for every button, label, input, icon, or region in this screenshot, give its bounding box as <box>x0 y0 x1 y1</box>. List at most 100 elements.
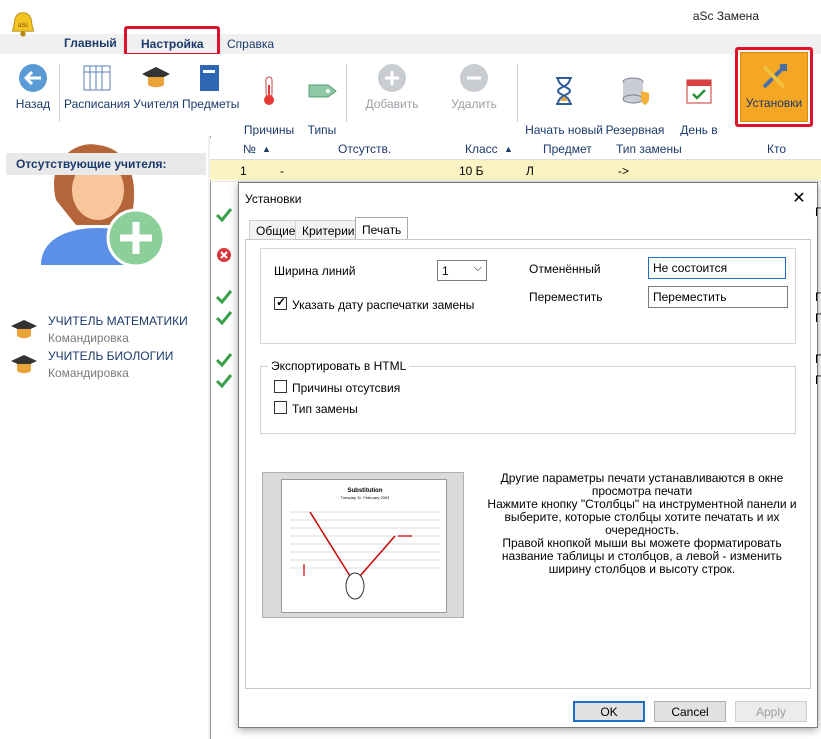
settings-button[interactable]: Установки <box>740 52 808 122</box>
app-title: aSc Замена <box>692 9 759 23</box>
print-date-label: Указать дату распечатки замены <box>292 298 475 312</box>
database-shield-icon <box>622 77 649 105</box>
cell-subject: Л <box>526 164 534 178</box>
line-width-select[interactable]: 1 ⌵ <box>437 260 487 281</box>
add-button[interactable]: Добавить <box>362 62 422 111</box>
check-icon <box>215 208 233 223</box>
absent-teacher-item[interactable]: УЧИТЕЛЬ МАТЕМАТИКИ Командировка <box>8 314 208 348</box>
cell-absent: - <box>280 164 284 178</box>
plus-circle-icon <box>378 64 406 92</box>
settings-dialog: Установки ✕ Общие Критерии Печать Ширина… <box>238 182 818 728</box>
print-info-text: Другие параметры печати устанавливаются … <box>487 471 797 576</box>
print-preview-image: Substitution Tuesday 11. February 2003 <box>262 472 464 618</box>
clipped-cell: Г <box>815 205 821 219</box>
menu-tab-help[interactable]: Справка <box>227 37 274 51</box>
chevron-down-icon: ⌵ <box>473 262 482 274</box>
teacher-cap-icon <box>11 320 37 339</box>
tab-print[interactable]: Печать <box>355 217 409 241</box>
teachers-label: Учителя <box>133 97 179 111</box>
timetables-label: Расписания <box>64 97 130 111</box>
ribbon-toolbar: Назад Расписания Учителя Предметы Причин… <box>0 47 821 150</box>
ok-button[interactable]: OK <box>573 701 645 722</box>
sort-asc-icon: ▲ <box>504 144 513 154</box>
clipped-cell: Г <box>815 311 821 325</box>
back-arrow-icon <box>19 64 47 92</box>
timetables-button[interactable]: Расписания <box>64 62 130 111</box>
book-icon <box>200 65 219 91</box>
move-value: Переместить <box>653 290 727 304</box>
ribbon-separator <box>59 64 60 122</box>
apply-button[interactable]: Apply <box>735 701 807 722</box>
cell-number: 1 <box>240 164 247 178</box>
check-icon <box>215 353 233 368</box>
teacher-cap-icon <box>142 67 170 88</box>
col-absent[interactable]: Отсутств. <box>338 142 391 156</box>
cancelled-input[interactable]: Не состоится <box>648 257 786 279</box>
print-tab-body: Ширина линий 1 ⌵ Указать дату распечатки… <box>245 239 811 689</box>
move-input[interactable]: Переместить <box>648 286 788 308</box>
col-class[interactable]: Класс <box>465 142 498 156</box>
delete-label: Удалить <box>451 97 497 111</box>
timetable-icon <box>83 65 111 91</box>
cancelled-label: Отменённый <box>529 262 601 276</box>
cell-type: -> <box>618 164 630 178</box>
preview-page: Substitution Tuesday 11. February 2003 <box>281 479 447 613</box>
export-html-label: Экспортировать в HTML <box>268 359 410 373</box>
cancelled-value: Не состоится <box>653 261 728 275</box>
table-row[interactable]: 1 - 10 Б Л -> <box>210 160 821 180</box>
line-width-value: 1 <box>442 264 449 278</box>
tab-criteria[interactable]: Критерии <box>295 220 362 240</box>
teacher-name: УЧИТЕЛЬ БИОЛОГИИ <box>48 349 174 363</box>
print-date-checkbox[interactable] <box>274 295 287 310</box>
close-icon[interactable]: ✕ <box>791 188 807 207</box>
check-icon <box>215 290 233 305</box>
dialog-title: Установки <box>245 192 302 206</box>
delete-button[interactable]: Удалить <box>444 62 504 111</box>
ribbon-separator <box>517 64 518 122</box>
svg-text:aSc: aSc <box>18 22 29 29</box>
add-label: Добавить <box>365 97 419 111</box>
back-label: Назад <box>15 97 51 111</box>
subjects-button[interactable]: Предметы <box>182 62 240 111</box>
clipped-cell: Г <box>815 290 821 304</box>
left-panel: Отсутствующие учителя: УЧИТЕЛЬ МАТЕМАТИК… <box>0 136 208 739</box>
export-type-checkbox[interactable] <box>274 401 287 414</box>
tag-icon <box>308 84 337 98</box>
export-type-label: Тип замены <box>292 402 358 416</box>
export-html-group <box>260 366 796 434</box>
teacher-reason: Командировка <box>48 331 129 345</box>
move-label: Переместить <box>529 290 603 304</box>
calendar-check-icon <box>686 79 712 104</box>
cancel-button[interactable]: Cancel <box>654 701 726 722</box>
thermometer-icon <box>264 76 274 105</box>
export-reasons-checkbox[interactable] <box>274 380 287 393</box>
back-button[interactable]: Назад <box>12 62 54 111</box>
teacher-name: УЧИТЕЛЬ МАТЕМАТИКИ <box>48 314 188 328</box>
export-reasons-label: Причины отсутсвия <box>292 381 401 395</box>
sort-asc-icon: ▲ <box>262 144 271 154</box>
teacher-cap-icon <box>11 355 37 374</box>
menu-tab-main[interactable]: Главный <box>64 36 117 50</box>
check-icon <box>215 311 233 326</box>
teachers-button[interactable]: Учителя <box>132 62 180 111</box>
clipped-cell: Г <box>815 373 821 387</box>
app-bell-logo: aSc <box>11 12 35 37</box>
subjects-label: Предметы <box>182 97 240 111</box>
teacher-reason: Командировка <box>48 366 129 380</box>
table-header: № ▲ Отсутств. Класс ▲ Предмет Тип замены… <box>210 138 821 170</box>
line-width-label: Ширина линий <box>274 264 356 278</box>
absent-teacher-item[interactable]: УЧИТЕЛЬ БИОЛОГИИ Командировка <box>8 349 208 383</box>
ribbon-separator <box>346 64 347 122</box>
hourglass-icon <box>556 77 572 105</box>
absent-teachers-header: Отсутствующие учителя: <box>6 153 206 175</box>
col-number[interactable]: № <box>243 142 256 156</box>
settings-label: Установки <box>745 96 803 110</box>
preview-title: Substitution <box>347 488 383 494</box>
col-sub-type[interactable]: Тип замены <box>616 142 682 156</box>
check-icon <box>215 374 233 389</box>
minus-circle-icon <box>460 64 488 92</box>
tools-icon <box>762 64 787 89</box>
col-subject[interactable]: Предмет <box>543 142 592 156</box>
clipped-cell: Г <box>815 352 821 366</box>
menu-tab-settings[interactable]: Настройка <box>141 37 204 51</box>
